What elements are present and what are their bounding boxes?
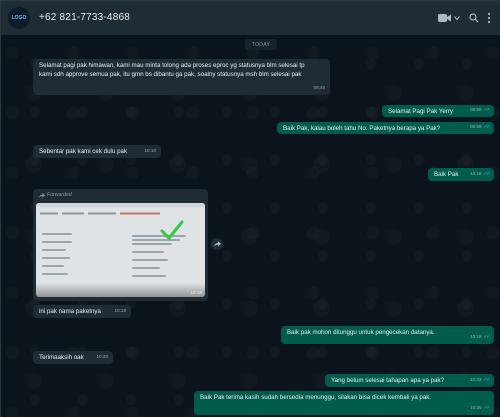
screenshot-row	[42, 233, 72, 235]
search-icon[interactable]	[469, 11, 479, 25]
message-time: 09:59 ✓✓	[470, 124, 491, 131]
video-call-icon[interactable]	[438, 11, 452, 25]
avatar-logo: LOGO	[11, 14, 27, 21]
chevron-down-icon[interactable]	[454, 11, 460, 25]
forward-button[interactable]	[211, 238, 223, 250]
screenshot-row	[132, 243, 172, 245]
message-outgoing[interactable]: Baik Pak terima kasih sudah bersedia men…	[194, 391, 494, 415]
screenshot-row	[132, 275, 166, 277]
message-outgoing[interactable]: Baik pak mohon ditunggu untuk pengecekan…	[281, 326, 494, 344]
screenshot-breadcrumb	[40, 212, 160, 215]
read-receipt-icon: ✓✓	[483, 334, 491, 341]
message-text: Baik pak mohon ditunggu untuk pengecekan…	[287, 329, 435, 336]
screenshot-row	[42, 257, 70, 259]
message-incoming-image[interactable]: Forwarded 10:18	[33, 189, 208, 301]
message-text: Sebentar pak kami cek dulu pak	[39, 148, 128, 155]
screenshot-topbar	[36, 203, 205, 207]
message-outgoing[interactable]: Selamat Pagi Pak Yerry 09:59 ✓✓	[382, 105, 494, 117]
read-receipt-icon: ✓✓	[483, 171, 491, 178]
message-text: Baik Pak terima kasih sudah bersedia men…	[200, 394, 432, 401]
message-text: Yang belum selesai tahapan apa ya pak?	[331, 377, 445, 384]
message-text: Baik Pak, kalau boleh tahu No. Paketnya …	[283, 125, 441, 132]
screenshot-row	[132, 267, 160, 269]
chat-body[interactable]: TODAY Selamat pagi pak himawan, kami mau…	[1, 35, 500, 417]
image-shade	[36, 283, 205, 297]
message-time: 10:23 ✓✓	[470, 377, 491, 384]
date-divider: TODAY	[245, 39, 277, 50]
message-time: 09:59 ✓✓	[470, 107, 491, 114]
green-checkmark-icon	[160, 220, 184, 240]
message-time: 10:25 ✓✓	[470, 405, 491, 412]
forward-arrow-icon	[213, 241, 221, 247]
avatar[interactable]: LOGO	[8, 7, 30, 29]
message-incoming[interactable]: Terimaaksih oak 10:20	[33, 351, 113, 364]
screenshot-row	[42, 273, 68, 275]
message-incoming[interactable]: Selamat pagi pak himawan, kami mau minta…	[33, 59, 330, 95]
contact-name[interactable]: +62 821-7733-4868	[39, 12, 130, 23]
whatsapp-chat-window: LOGO +62 821-7733-4868 TODAY Selamat pag…	[0, 0, 500, 417]
screenshot-row	[42, 265, 64, 267]
message-time: 10:18 ✓✓	[470, 171, 491, 178]
message-time: 10:18	[114, 308, 127, 314]
forwarded-label: Forwarded	[39, 192, 72, 198]
message-incoming[interactable]: ini pak nama paketnya 10:18	[33, 305, 131, 318]
message-incoming[interactable]: Sebentar pak kami cek dulu pak 10:10	[33, 145, 161, 158]
message-outgoing[interactable]: Yang belum selesai tahapan apa ya pak? 1…	[325, 374, 494, 387]
read-receipt-icon: ✓✓	[483, 405, 491, 412]
read-receipt-icon: ✓✓	[483, 377, 491, 384]
read-receipt-icon: ✓✓	[483, 124, 491, 131]
screenshot-row	[132, 259, 168, 261]
menu-icon[interactable]	[487, 11, 491, 25]
message-time: 10:10	[144, 148, 157, 154]
message-time: 10:18 ✓✓	[470, 334, 491, 341]
screenshot-row	[42, 249, 66, 251]
message-text: Selamat pagi pak himawan, kami mau minta…	[39, 62, 305, 78]
attached-screenshot-image[interactable]	[36, 203, 205, 297]
message-outgoing[interactable]: Baik Pak 10:18 ✓✓	[428, 168, 494, 181]
message-time: 10:18	[190, 290, 203, 295]
forward-arrow-icon	[39, 192, 45, 198]
chat-header: LOGO +62 821-7733-4868	[1, 1, 500, 35]
message-time: 10:20	[96, 354, 109, 360]
message-time: 09:45	[313, 85, 326, 91]
screenshot-row	[132, 251, 164, 253]
screenshot-row	[42, 241, 72, 243]
message-outgoing[interactable]: Baik Pak, kalau boleh tahu No. Paketnya …	[277, 122, 494, 134]
read-receipt-icon: ✓✓	[483, 107, 491, 114]
